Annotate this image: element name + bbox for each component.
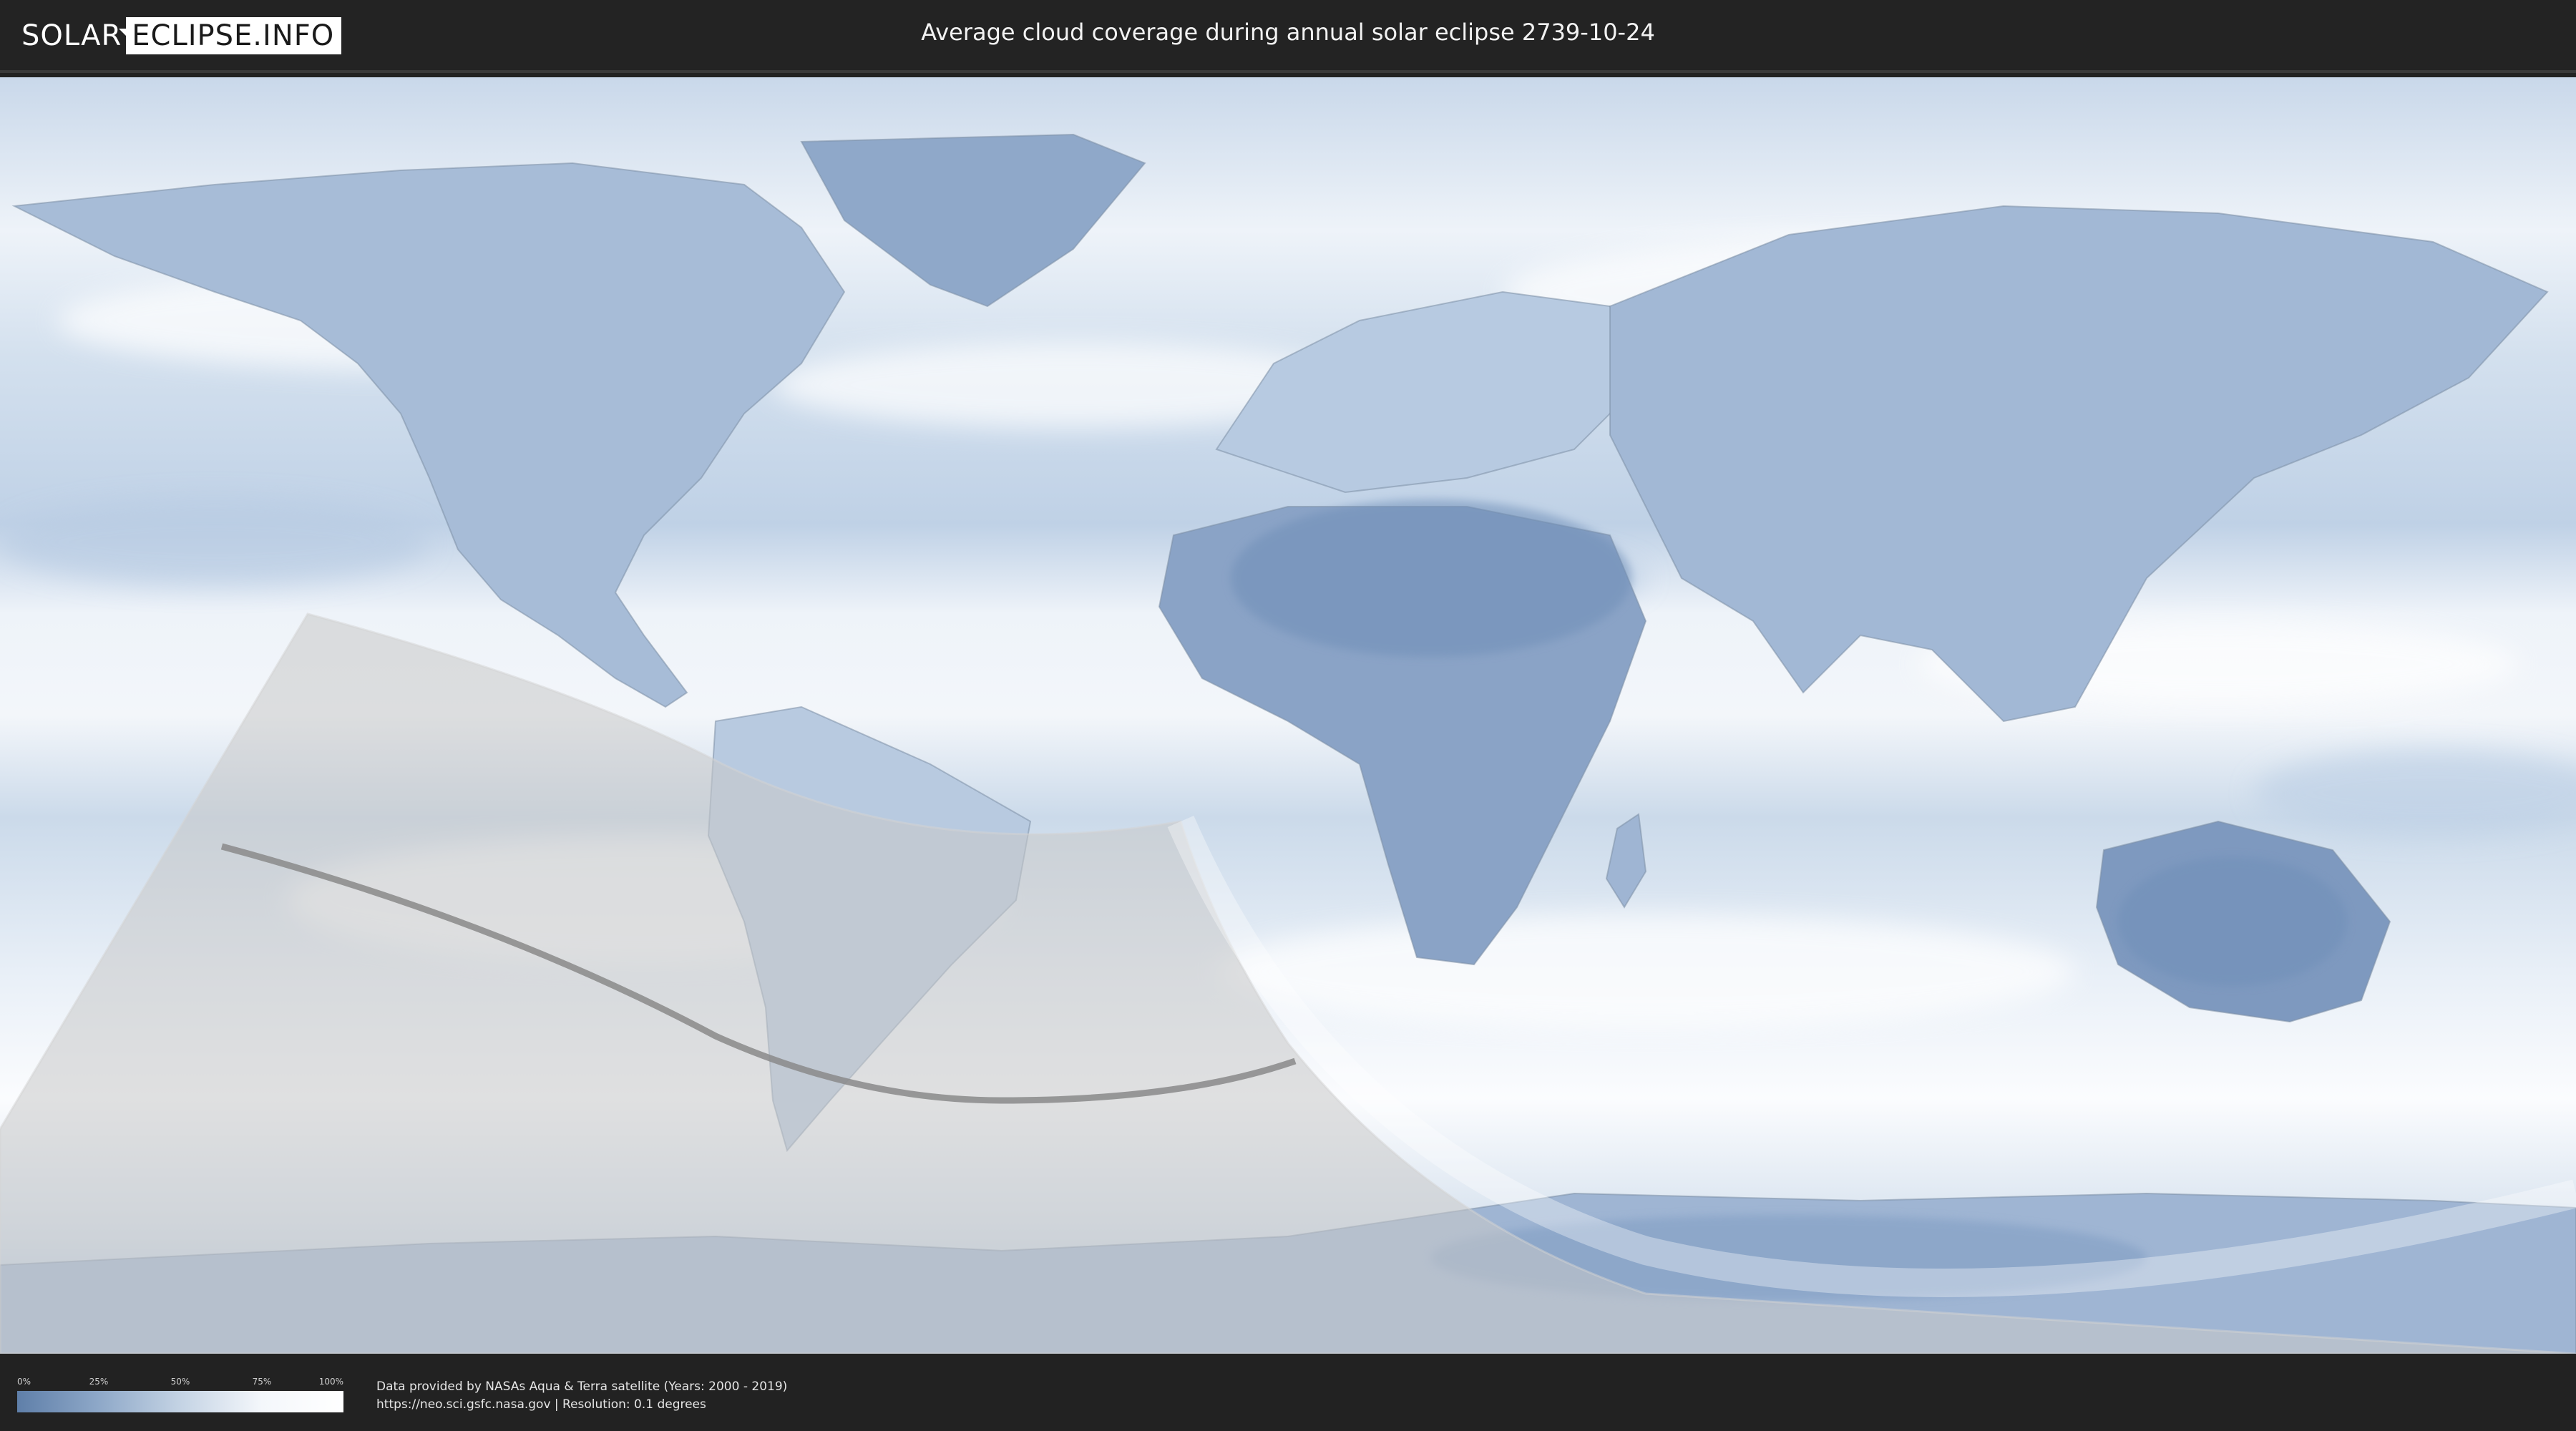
legend-tick-100: 100% [318,1377,343,1387]
legend-tick-75: 75% [252,1377,272,1387]
legend-gradient-bar [17,1391,343,1412]
credits-line-url: https://neo.sci.gsfc.nasa.gov | Resoluti… [376,1397,706,1412]
map-svg [0,77,2576,1354]
data-credits: Data provided by NASAs Aqua & Terra sate… [376,1378,787,1414]
header-divider [0,70,2576,73]
legend-tick-50: 50% [170,1377,190,1387]
legend-ticks: 0% 25% 50% 75% 100% [17,1377,343,1390]
app-root: SOLAR ECLIPSE.INFO Average cloud coverag… [0,0,2576,1431]
credits-line-source: Data provided by NASAs Aqua & Terra sate… [376,1379,788,1394]
legend-tick-0: 0% [17,1377,31,1387]
cloud-coverage-map[interactable] [0,77,2576,1354]
page-title: Average cloud coverage during annual sol… [921,19,1655,46]
legend-tick-25: 25% [89,1377,109,1387]
header-bar: SOLAR ECLIPSE.INFO Average cloud coverag… [0,0,2576,70]
cloud-coverage-legend: 0% 25% 50% 75% 100% [17,1377,343,1412]
